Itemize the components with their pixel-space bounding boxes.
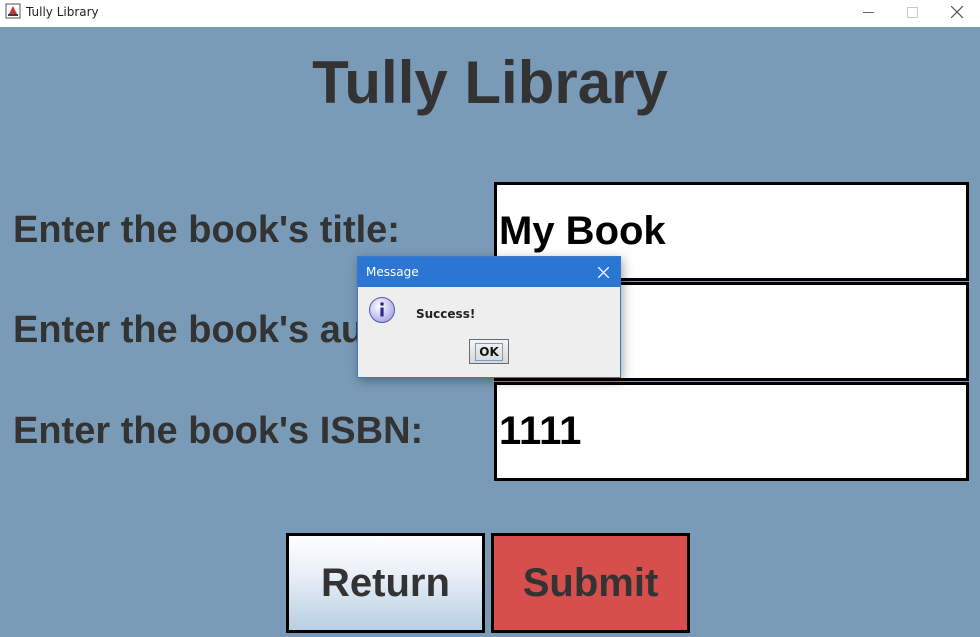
close-icon	[951, 6, 963, 18]
isbn-field[interactable]	[494, 382, 969, 481]
java-app-icon	[5, 3, 21, 19]
minimize-icon	[862, 11, 874, 13]
maximize-icon	[906, 6, 918, 18]
window-title: Tully Library	[26, 5, 99, 19]
message-dialog: Message Success! OK	[357, 256, 621, 378]
ok-button[interactable]: OK	[469, 339, 509, 364]
close-button[interactable]	[934, 0, 980, 24]
ok-button-label: OK	[475, 342, 503, 361]
app-heading: Tully Library	[312, 49, 668, 116]
dialog-titlebar: Message	[358, 257, 620, 287]
window-titlebar: Tully Library	[0, 0, 980, 27]
submit-button[interactable]: Submit	[491, 533, 690, 633]
dialog-title: Message	[366, 265, 419, 279]
minimize-button[interactable]	[845, 0, 891, 24]
title-label: Enter the book's title:	[13, 209, 400, 251]
dialog-close-button[interactable]	[594, 263, 612, 281]
close-icon	[597, 266, 609, 278]
maximize-button[interactable]	[889, 0, 935, 24]
dialog-message: Success!	[416, 307, 476, 321]
return-button[interactable]: Return	[286, 533, 485, 633]
isbn-label: Enter the book's ISBN:	[13, 410, 424, 452]
info-icon	[369, 297, 395, 323]
